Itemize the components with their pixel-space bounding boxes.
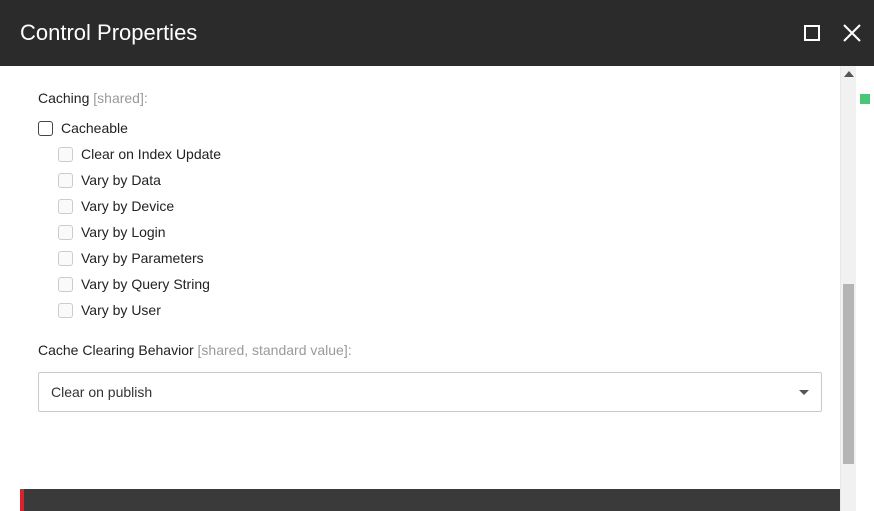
cache-clearing-label: Cache Clearing Behavior [shared, standar… [38,342,822,358]
section-accent-bar [20,489,840,511]
window-controls [798,0,866,66]
caching-label: Caching [shared]: [38,90,822,106]
option-label: Vary by Parameters [81,250,204,266]
caching-section: Caching [shared]: Cacheable Clear on Ind… [38,90,822,318]
option-label: Vary by Device [81,198,174,214]
checkbox-icon [38,121,53,136]
caching-label-text: Caching [38,90,89,106]
checkbox-icon [58,199,73,214]
scroll-thumb[interactable] [843,284,854,464]
checkbox-icon [58,303,73,318]
checkbox-icon [58,277,73,292]
maximize-icon [803,24,821,42]
cacheable-row[interactable]: Cacheable [38,120,822,136]
cacheable-label: Cacheable [61,120,128,136]
close-button[interactable] [838,19,866,47]
checkbox-icon [58,225,73,240]
triangle-up-icon [844,71,854,77]
option-label: Vary by Login [81,224,166,240]
clear-on-index-update-row[interactable]: Clear on Index Update [58,146,822,162]
cache-clearing-section: Cache Clearing Behavior [shared, standar… [38,342,822,412]
vary-by-device-row[interactable]: Vary by Device [58,198,822,214]
main-panel: Caching [shared]: Cacheable Clear on Ind… [0,66,840,511]
vertical-scrollbar[interactable] [840,66,856,511]
close-icon [841,22,863,44]
checkbox-icon [58,251,73,266]
option-label: Vary by Query String [81,276,210,292]
content-area: Caching [shared]: Cacheable Clear on Ind… [0,66,874,511]
caching-label-meta: [shared]: [93,90,147,106]
maximize-button[interactable] [798,19,826,47]
option-label: Vary by User [81,302,161,318]
cache-clearing-select-wrap: Clear on publish [38,372,822,412]
vary-by-user-row[interactable]: Vary by User [58,302,822,318]
checkbox-icon [58,173,73,188]
cache-clearing-label-meta: [shared, standard value]: [198,342,352,358]
option-label: Clear on Index Update [81,146,221,162]
status-marker [860,94,870,104]
vary-by-data-row[interactable]: Vary by Data [58,172,822,188]
cache-clearing-value: Clear on publish [51,384,152,400]
cache-clearing-label-text: Cache Clearing Behavior [38,342,194,358]
cache-clearing-select[interactable]: Clear on publish [38,372,822,412]
scroll-up-arrow[interactable] [841,66,856,82]
vary-by-login-row[interactable]: Vary by Login [58,224,822,240]
dialog-title: Control Properties [20,20,197,46]
vary-by-query-string-row[interactable]: Vary by Query String [58,276,822,292]
dialog-header: Control Properties [0,0,874,66]
checkbox-icon [58,147,73,162]
vary-by-parameters-row[interactable]: Vary by Parameters [58,250,822,266]
option-label: Vary by Data [81,172,161,188]
right-gutter [856,66,874,511]
